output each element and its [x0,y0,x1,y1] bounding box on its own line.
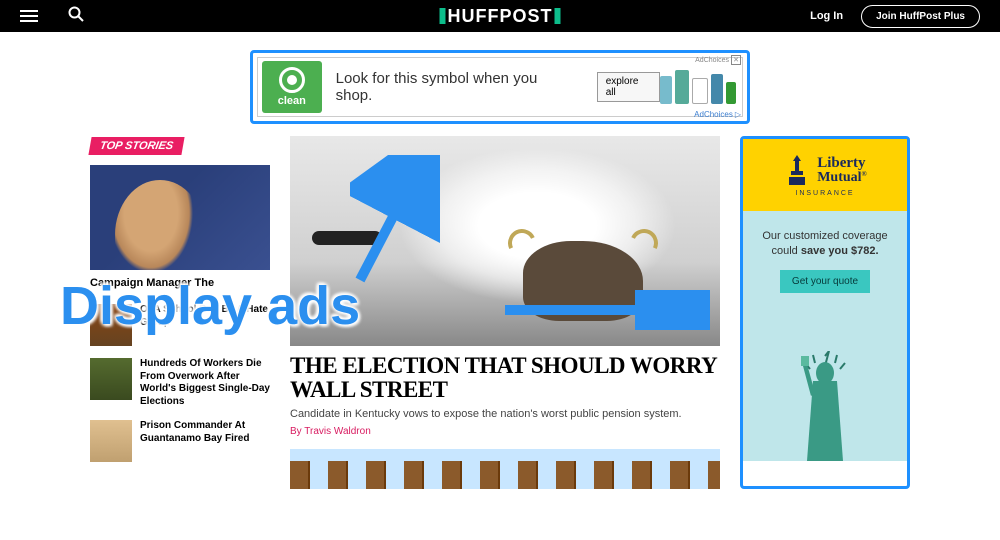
statue-of-liberty-icon [785,351,865,461]
story-title: Prison Commander At Guantanamo Bay Fired [140,420,270,462]
join-button[interactable]: Join HuffPost Plus [861,5,980,28]
story-thumb [90,420,132,462]
center-column: THE ELECTION THAT SHOULD WORRY WALL STRE… [290,136,720,489]
story-title: Hundreds Of Workers Die From Overwork Af… [140,358,270,408]
ad-cta-button[interactable]: explore all [597,72,660,102]
top-stories-badge: TOP STORIES [88,137,184,155]
ad-copy: Our customized coverage could save you $… [753,229,897,260]
leaderboard-ad[interactable]: AdChoices✕ clean Look for this symbol wh… [250,50,750,124]
ad-brand-sub: INSURANCE [751,190,899,197]
hero-headline[interactable]: THE ELECTION THAT SHOULD WORRY WALL STRE… [290,354,720,402]
ad-product-image [660,70,736,104]
close-icon[interactable]: ✕ [731,55,741,65]
secondary-image[interactable] [290,449,720,489]
site-logo[interactable]: HUFFPOST [438,6,563,27]
ad-quote-button[interactable]: Get your quote [780,270,870,293]
search-icon[interactable] [68,6,84,27]
story-title: Of A School Run By A Hate Group [140,304,270,346]
ad-headline: Look for this symbol when you shop. [336,70,577,104]
ad-badge: clean [262,61,322,113]
top-nav-bar: HUFFPOST Log In Join HuffPost Plus [0,0,1000,32]
menu-icon[interactable] [20,10,38,22]
main-content: TOP STORIES Campaign Manager The Of A Sc… [0,124,1000,489]
left-column: TOP STORIES Campaign Manager The Of A Sc… [90,136,270,489]
ad-body: Our customized coverage could save you $… [743,211,907,461]
lead-story-title[interactable]: Campaign Manager The [90,276,270,290]
login-link[interactable]: Log In [810,10,843,22]
list-item[interactable]: Prison Commander At Guantanamo Bay Fired [90,420,270,462]
hero-subtitle: Candidate in Kentucky vows to expose the… [290,407,720,421]
adchoices-label-bottom[interactable]: AdChoices ▷ [694,110,741,119]
hero-image[interactable] [290,136,720,346]
sidebar-ad[interactable]: ✕ Liberty Mutual® INSURANCE Our customiz… [740,136,910,489]
hero-byline[interactable]: By Travis Waldron [290,426,720,437]
adchoices-label-top[interactable]: AdChoices✕ [695,55,741,65]
liberty-torch-icon [783,153,811,187]
lead-story-image[interactable] [90,165,270,270]
list-item[interactable]: Of A School Run By A Hate Group [90,304,270,346]
story-thumb [90,358,132,400]
list-item[interactable]: Hundreds Of Workers Die From Overwork Af… [90,358,270,408]
ad-brand-name: Liberty [817,156,867,171]
ad-brand-area: Liberty Mutual® INSURANCE [743,139,907,211]
story-thumb [90,304,132,346]
